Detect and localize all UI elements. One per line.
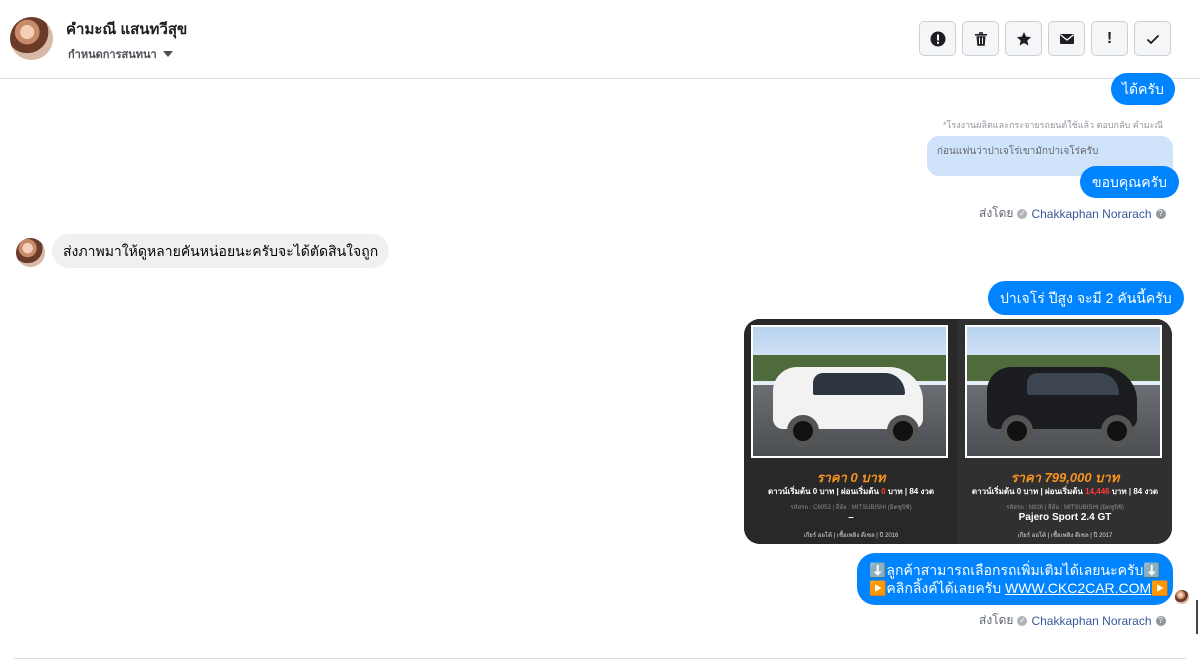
scrollbar-thumb[interactable] xyxy=(1196,600,1198,634)
car-specs: เกียร์ ออโต้ | เชื้อเพลิง ดีเซล | ปี 201… xyxy=(803,533,899,539)
incoming-message[interactable]: ส่งภาพมาให้ดูหลายคันหน่อยนะครับจะได้ตัดส… xyxy=(52,234,390,268)
star-button[interactable] xyxy=(1005,21,1042,56)
contact-avatar[interactable] xyxy=(10,17,53,60)
outgoing-message[interactable]: ขอบคุณครับ xyxy=(1080,166,1179,198)
sender-name[interactable]: Chakkaphan Norarach xyxy=(1031,614,1151,628)
car-photo xyxy=(751,325,948,458)
chevron-down-icon xyxy=(162,51,173,57)
conversation-settings-dropdown[interactable]: กำหนดการสนทนา xyxy=(68,45,173,63)
envelope-icon xyxy=(1059,33,1074,44)
car-listing-left: ราคา 0 บาท ดาวน์เริ่มต้น 0 บาท | ผ่อนเริ… xyxy=(744,319,958,544)
installment-terms: ดาวน์เริ่มต้น 0 บาท | ผ่อนเริ่มต้น 14,44… xyxy=(971,487,1159,496)
trash-icon xyxy=(974,31,987,46)
car-meta: รหัสรถ : N826 | ยี่ห้อ : MITSUBISHI (มิต… xyxy=(1006,505,1124,511)
car-specs: เกียร์ ออโต้ | เชื้อเพลิง ดีเซล | ปี 201… xyxy=(1017,533,1113,539)
seen-indicator-avatar xyxy=(1175,590,1189,604)
car-meta: รหัสรถ : C6053 | ยี่ห้อ : MITSUBISHI (มิ… xyxy=(790,505,912,511)
car-photo xyxy=(965,325,1162,458)
contact-name[interactable]: คำมะณี แสนทวีสุข xyxy=(66,17,187,41)
outgoing-message[interactable]: ได้ครับ xyxy=(1111,73,1175,105)
car-model: – xyxy=(848,512,854,523)
website-link[interactable]: WWW.CKC2CAR.COM xyxy=(1005,580,1151,596)
follow-up-button[interactable]: ! xyxy=(1091,21,1128,56)
check-icon xyxy=(1146,34,1159,44)
car-model: Pajero Sport 2.4 GT xyxy=(1018,512,1112,523)
sent-by-label: ส่งโดย ✓ Chakkaphan Norarach ? xyxy=(979,611,1166,630)
sent-by-label: ส่งโดย ✓ Chakkaphan Norarach ? xyxy=(979,204,1166,223)
conversation-header: คำมะณี แสนทวีสุข กำหนดการสนทนา ! xyxy=(0,0,1200,79)
installment-terms: ดาวน์เริ่มต้น 0 บาท | ผ่อนเริ่มต้น 0 บาท… xyxy=(767,487,935,496)
star-icon xyxy=(1016,31,1031,45)
help-icon[interactable]: ? xyxy=(1155,208,1166,219)
conversation-settings-label: กำหนดการสนทนา xyxy=(68,49,157,61)
message-line: ⬇️ลูกค้าสามารถเลือกรถเพิ่มเติมได้เลยนะคร… xyxy=(869,562,1161,578)
alert-circle-icon xyxy=(930,31,945,46)
mark-done-button[interactable] xyxy=(1134,21,1171,56)
contact-avatar-small[interactable] xyxy=(16,238,45,267)
divider xyxy=(14,658,1186,659)
reply-caption: *โรงงานผลิตและกระจายรถยนต์ใช้แล้ว ตอบกลั… xyxy=(943,120,1163,130)
outgoing-message[interactable]: ปาเจโร่ ปีสูง จะมี 2 คันนี้ครับ xyxy=(988,281,1184,315)
sent-by-prefix: ส่งโดย xyxy=(979,206,1014,220)
mark-unread-button[interactable] xyxy=(1048,21,1085,56)
exclamation-icon: ! xyxy=(1106,29,1113,47)
verified-icon: ✓ xyxy=(1017,208,1028,219)
outgoing-link-message[interactable]: ⬇️ลูกค้าสามารถเลือกรถเพิ่มเติมได้เลยนะคร… xyxy=(857,553,1173,605)
sender-name[interactable]: Chakkaphan Norarach xyxy=(1031,207,1151,221)
help-icon[interactable]: ? xyxy=(1155,615,1166,626)
car-listing-image[interactable]: ราคา 0 บาท ดาวน์เริ่มต้น 0 บาท | ผ่อนเริ… xyxy=(744,319,1172,544)
delete-button[interactable] xyxy=(962,21,999,56)
car-listing-right: ราคา 799,000 บาท ดาวน์เริ่มต้น 0 บาท | ผ… xyxy=(958,319,1172,544)
spam-button[interactable] xyxy=(919,21,956,56)
sent-by-prefix: ส่งโดย xyxy=(979,613,1014,627)
message-line: ▶️คลิกลิ้งค์ได้เลยครับ WWW.CKC2CAR.COM▶️ xyxy=(869,580,1169,596)
verified-icon: ✓ xyxy=(1017,615,1028,626)
